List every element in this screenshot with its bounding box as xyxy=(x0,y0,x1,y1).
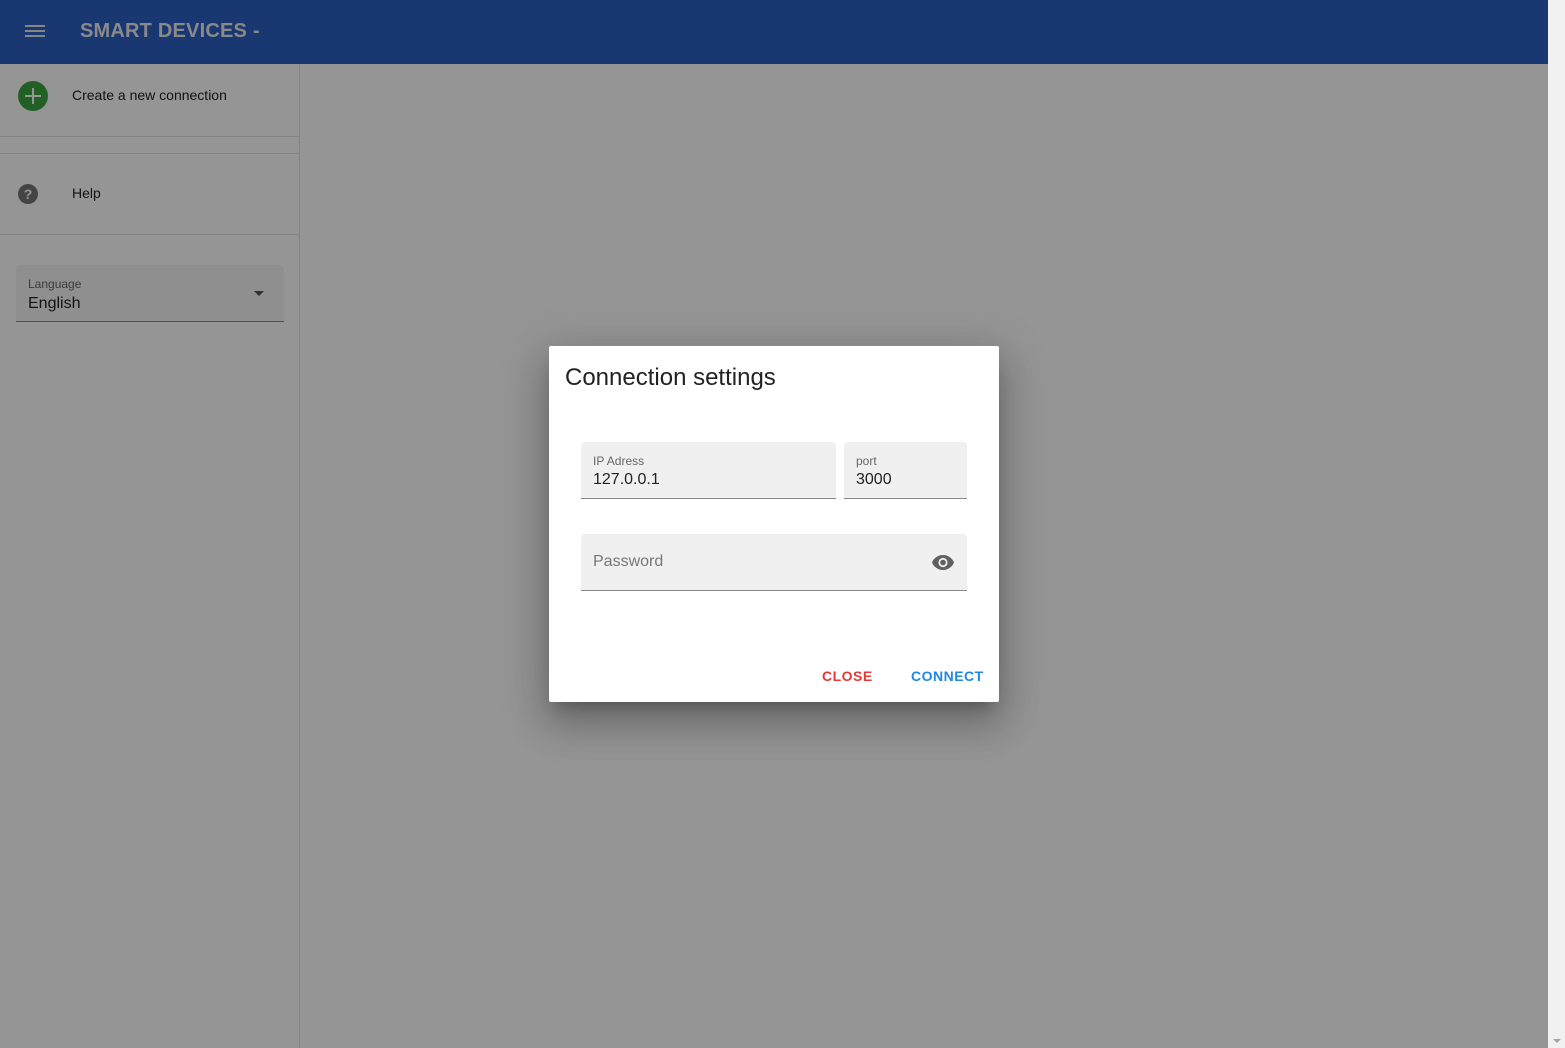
port-value: 3000 xyxy=(856,471,892,488)
port-label: port xyxy=(856,454,877,468)
password-field[interactable]: Password xyxy=(581,534,967,591)
close-button[interactable]: CLOSE xyxy=(814,664,881,688)
ip-address-label: IP Adress xyxy=(593,454,645,468)
vertical-scrollbar[interactable] xyxy=(1548,0,1565,1048)
password-placeholder: Password xyxy=(593,553,664,570)
port-field[interactable]: port 3000 xyxy=(844,442,967,499)
eye-icon[interactable] xyxy=(931,552,955,572)
scroll-down-icon[interactable] xyxy=(1553,1039,1561,1043)
ip-address-field[interactable]: IP Adress 127.0.0.1 xyxy=(581,442,836,499)
ip-address-value: 127.0.0.1 xyxy=(593,471,660,488)
connection-settings-dialog: Connection settings IP Adress 127.0.0.1 … xyxy=(549,346,999,702)
dialog-title: Connection settings xyxy=(565,364,776,391)
connect-button[interactable]: CONNECT xyxy=(903,664,992,688)
